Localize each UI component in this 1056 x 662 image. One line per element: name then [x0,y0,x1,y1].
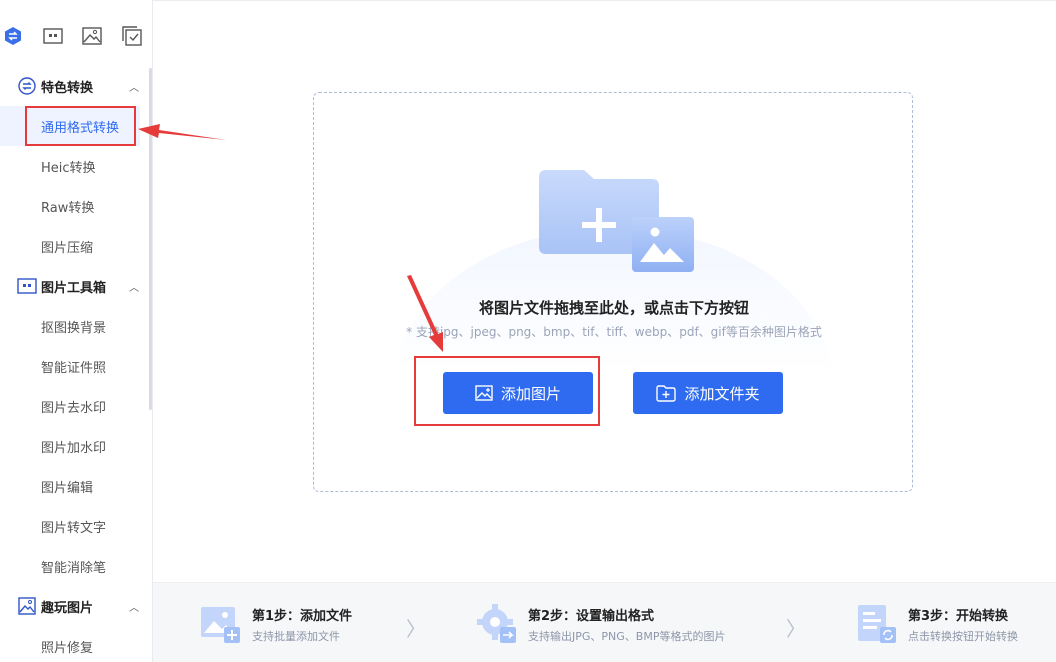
toolbox-mode-icon[interactable] [41,22,65,50]
sidebar: 特色转换 ︿ 通用格式转换 Heic转换 Raw转换 图片压缩 图片工具箱 ︿ … [0,0,153,662]
chevron-right-icon: 〉 [406,617,426,641]
sidebar-item-remove-watermark[interactable]: 图片去水印 [0,386,148,426]
toolbox-icon [17,276,37,296]
app-window: 特色转换 ︿ 通用格式转换 Heic转换 Raw转换 图片压缩 图片工具箱 ︿ … [0,0,1056,662]
sidebar-item-id-photo[interactable]: 智能证件照 [0,346,148,386]
sidebar-item-label: 图片编辑 [41,480,94,496]
sidebar-scrollbar[interactable] [149,68,152,410]
sidebar-item-label: 通用格式转换 [41,120,120,136]
group-special-convert[interactable]: 特色转换 ︿ [0,66,148,106]
add-folder-button[interactable]: 添加文件夹 [633,372,783,414]
divider [153,0,1056,2]
step-desc: 支持输出JPG、PNG、BMP等格式的图片 [528,630,726,643]
sidebar-item-label: 图片去水印 [41,400,107,416]
sidebar-item-raw[interactable]: Raw转换 [0,186,148,226]
add-image-button[interactable]: 添加图片 [443,372,593,414]
add-file-step-icon [201,607,240,643]
convert-icon [17,76,37,96]
chevron-right-icon: 〉 [786,617,806,641]
sidebar-item-label: 图片加水印 [41,440,107,456]
sidebar-item-heic[interactable]: Heic转换 [0,146,148,186]
group-label: 趣玩图片 [41,600,94,616]
image-icon [475,385,493,401]
step-desc: 点击转换按钮开始转换 [908,630,1018,643]
chevron-up-icon[interactable]: ︿ [129,599,139,614]
chevron-up-icon[interactable]: ︿ [129,279,139,294]
group-label: 图片工具箱 [41,280,107,296]
fun-image-icon [17,596,37,616]
chevron-up-icon[interactable]: ︿ [129,79,139,94]
sidebar-top-icons [0,22,153,50]
image-mode-icon[interactable] [80,22,104,50]
sidebar-item-eraser[interactable]: 智能消除笔 [0,546,148,586]
sidebar-item-label: Raw转换 [41,200,95,216]
sidebar-item-label: 抠图换背景 [41,320,107,336]
batch-mode-icon[interactable] [120,22,144,50]
add-image-label: 添加图片 [500,384,561,403]
step-title: 第2步：设置输出格式 [528,609,655,624]
drop-zone[interactable]: 将图片文件拖拽至此处，或点击下方按钮 * 支持jpg、jpeg、png、bmp、… [313,92,913,492]
sidebar-item-label: 智能消除笔 [41,560,107,576]
sidebar-item-cutout[interactable]: 抠图换背景 [0,306,148,346]
folder-add-illustration-icon [539,170,694,272]
main-area: 将图片文件拖拽至此处，或点击下方按钮 * 支持jpg、jpeg、png、bmp、… [153,0,1056,582]
group-label: 特色转换 [41,80,94,96]
drop-zone-title: 将图片文件拖拽至此处，或点击下方按钮 [478,299,749,317]
sidebar-item-add-watermark[interactable]: 图片加水印 [0,426,148,466]
sidebar-item-compress[interactable]: 图片压缩 [0,226,148,266]
settings-step-icon [477,604,516,643]
folder-plus-icon [656,384,677,402]
group-fun-image[interactable]: 趣玩图片 ︿ [0,586,148,626]
step-title: 第1步：添加文件 [252,609,353,624]
group-image-toolbox[interactable]: 图片工具箱 ︿ [0,266,148,306]
sidebar-item-photo-restore[interactable]: 照片修复 [0,626,148,662]
add-folder-label: 添加文件夹 [684,384,760,403]
convert-mode-icon[interactable] [1,22,25,50]
step-desc: 支持批量添加文件 [252,630,340,643]
sidebar-item-label: 智能证件照 [41,360,107,376]
convert-step-icon [858,605,896,643]
sidebar-item-label: Heic转换 [41,160,96,176]
sidebar-item-edit[interactable]: 图片编辑 [0,466,148,506]
step-title: 第3步：开始转换 [908,609,1009,624]
sidebar-item-general-convert[interactable]: 通用格式转换 [0,106,140,146]
steps-bar: 第1步：添加文件 支持批量添加文件 〉 第2步：设置输出格式 支持输出JPG、P… [153,582,1056,662]
sidebar-item-ocr[interactable]: 图片转文字 [0,506,148,546]
supported-formats-hint: * 支持jpg、jpeg、png、bmp、tif、tiff、webp、pdf、g… [406,325,822,339]
sidebar-item-label: 图片转文字 [41,520,107,536]
sidebar-item-label: 图片压缩 [41,240,94,256]
sidebar-nav: 特色转换 ︿ 通用格式转换 Heic转换 Raw转换 图片压缩 图片工具箱 ︿ … [0,66,148,662]
sidebar-item-label: 照片修复 [41,640,94,656]
